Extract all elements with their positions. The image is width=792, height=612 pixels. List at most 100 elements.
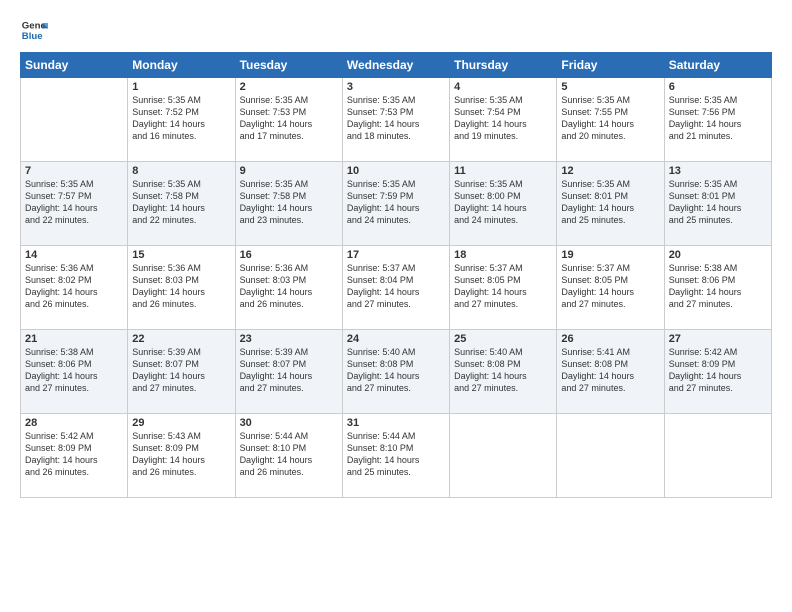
week-row-3: 14Sunrise: 5:36 AM Sunset: 8:02 PM Dayli… (21, 246, 772, 330)
calendar-cell: 20Sunrise: 5:38 AM Sunset: 8:06 PM Dayli… (664, 246, 771, 330)
day-info: Sunrise: 5:36 AM Sunset: 8:03 PM Dayligh… (240, 262, 338, 311)
calendar-cell: 22Sunrise: 5:39 AM Sunset: 8:07 PM Dayli… (128, 330, 235, 414)
day-number: 21 (25, 333, 123, 345)
day-info: Sunrise: 5:43 AM Sunset: 8:09 PM Dayligh… (132, 430, 230, 479)
calendar-cell: 17Sunrise: 5:37 AM Sunset: 8:04 PM Dayli… (342, 246, 449, 330)
calendar-cell: 3Sunrise: 5:35 AM Sunset: 7:53 PM Daylig… (342, 78, 449, 162)
calendar-cell: 30Sunrise: 5:44 AM Sunset: 8:10 PM Dayli… (235, 414, 342, 498)
day-info: Sunrise: 5:35 AM Sunset: 8:00 PM Dayligh… (454, 178, 552, 227)
day-number: 27 (669, 333, 767, 345)
calendar-cell: 7Sunrise: 5:35 AM Sunset: 7:57 PM Daylig… (21, 162, 128, 246)
weekday-header-row: SundayMondayTuesdayWednesdayThursdayFrid… (21, 53, 772, 78)
calendar-cell: 5Sunrise: 5:35 AM Sunset: 7:55 PM Daylig… (557, 78, 664, 162)
day-info: Sunrise: 5:36 AM Sunset: 8:03 PM Dayligh… (132, 262, 230, 311)
day-number: 2 (240, 81, 338, 93)
day-number: 18 (454, 249, 552, 261)
day-number: 12 (561, 165, 659, 177)
calendar-page: General Blue SundayMondayTuesdayWednesda… (0, 0, 792, 612)
day-number: 30 (240, 417, 338, 429)
day-number: 16 (240, 249, 338, 261)
day-info: Sunrise: 5:35 AM Sunset: 7:56 PM Dayligh… (669, 94, 767, 143)
calendar-cell: 12Sunrise: 5:35 AM Sunset: 8:01 PM Dayli… (557, 162, 664, 246)
week-row-1: 1Sunrise: 5:35 AM Sunset: 7:52 PM Daylig… (21, 78, 772, 162)
day-info: Sunrise: 5:35 AM Sunset: 7:55 PM Dayligh… (561, 94, 659, 143)
calendar-cell: 9Sunrise: 5:35 AM Sunset: 7:58 PM Daylig… (235, 162, 342, 246)
calendar-cell (450, 414, 557, 498)
calendar-cell: 1Sunrise: 5:35 AM Sunset: 7:52 PM Daylig… (128, 78, 235, 162)
calendar-cell (664, 414, 771, 498)
day-number: 3 (347, 81, 445, 93)
weekday-header-thursday: Thursday (450, 53, 557, 78)
day-info: Sunrise: 5:40 AM Sunset: 8:08 PM Dayligh… (454, 346, 552, 395)
day-info: Sunrise: 5:35 AM Sunset: 7:53 PM Dayligh… (347, 94, 445, 143)
logo: General Blue (20, 16, 48, 44)
day-number: 14 (25, 249, 123, 261)
day-number: 13 (669, 165, 767, 177)
day-info: Sunrise: 5:42 AM Sunset: 8:09 PM Dayligh… (25, 430, 123, 479)
day-number: 4 (454, 81, 552, 93)
calendar-cell: 26Sunrise: 5:41 AM Sunset: 8:08 PM Dayli… (557, 330, 664, 414)
weekday-header-friday: Friday (557, 53, 664, 78)
week-row-2: 7Sunrise: 5:35 AM Sunset: 7:57 PM Daylig… (21, 162, 772, 246)
day-info: Sunrise: 5:38 AM Sunset: 8:06 PM Dayligh… (25, 346, 123, 395)
calendar-cell: 6Sunrise: 5:35 AM Sunset: 7:56 PM Daylig… (664, 78, 771, 162)
day-number: 15 (132, 249, 230, 261)
day-info: Sunrise: 5:37 AM Sunset: 8:05 PM Dayligh… (561, 262, 659, 311)
calendar-cell: 10Sunrise: 5:35 AM Sunset: 7:59 PM Dayli… (342, 162, 449, 246)
calendar-cell: 14Sunrise: 5:36 AM Sunset: 8:02 PM Dayli… (21, 246, 128, 330)
calendar-cell: 31Sunrise: 5:44 AM Sunset: 8:10 PM Dayli… (342, 414, 449, 498)
day-info: Sunrise: 5:37 AM Sunset: 8:04 PM Dayligh… (347, 262, 445, 311)
week-row-4: 21Sunrise: 5:38 AM Sunset: 8:06 PM Dayli… (21, 330, 772, 414)
weekday-header-sunday: Sunday (21, 53, 128, 78)
day-number: 6 (669, 81, 767, 93)
day-info: Sunrise: 5:40 AM Sunset: 8:08 PM Dayligh… (347, 346, 445, 395)
calendar-cell: 13Sunrise: 5:35 AM Sunset: 8:01 PM Dayli… (664, 162, 771, 246)
calendar-cell: 15Sunrise: 5:36 AM Sunset: 8:03 PM Dayli… (128, 246, 235, 330)
day-info: Sunrise: 5:44 AM Sunset: 8:10 PM Dayligh… (347, 430, 445, 479)
day-number: 19 (561, 249, 659, 261)
calendar-cell: 18Sunrise: 5:37 AM Sunset: 8:05 PM Dayli… (450, 246, 557, 330)
day-number: 22 (132, 333, 230, 345)
day-number: 11 (454, 165, 552, 177)
day-number: 8 (132, 165, 230, 177)
weekday-header-saturday: Saturday (664, 53, 771, 78)
day-number: 28 (25, 417, 123, 429)
day-info: Sunrise: 5:35 AM Sunset: 8:01 PM Dayligh… (561, 178, 659, 227)
day-number: 17 (347, 249, 445, 261)
day-info: Sunrise: 5:35 AM Sunset: 7:58 PM Dayligh… (240, 178, 338, 227)
calendar-cell: 23Sunrise: 5:39 AM Sunset: 8:07 PM Dayli… (235, 330, 342, 414)
day-info: Sunrise: 5:35 AM Sunset: 7:52 PM Dayligh… (132, 94, 230, 143)
week-row-5: 28Sunrise: 5:42 AM Sunset: 8:09 PM Dayli… (21, 414, 772, 498)
day-number: 29 (132, 417, 230, 429)
day-info: Sunrise: 5:41 AM Sunset: 8:08 PM Dayligh… (561, 346, 659, 395)
calendar-cell: 8Sunrise: 5:35 AM Sunset: 7:58 PM Daylig… (128, 162, 235, 246)
day-number: 24 (347, 333, 445, 345)
calendar-cell: 27Sunrise: 5:42 AM Sunset: 8:09 PM Dayli… (664, 330, 771, 414)
day-number: 31 (347, 417, 445, 429)
weekday-header-monday: Monday (128, 53, 235, 78)
day-info: Sunrise: 5:42 AM Sunset: 8:09 PM Dayligh… (669, 346, 767, 395)
calendar-cell: 4Sunrise: 5:35 AM Sunset: 7:54 PM Daylig… (450, 78, 557, 162)
day-number: 25 (454, 333, 552, 345)
day-info: Sunrise: 5:35 AM Sunset: 7:53 PM Dayligh… (240, 94, 338, 143)
calendar-cell (21, 78, 128, 162)
day-info: Sunrise: 5:35 AM Sunset: 8:01 PM Dayligh… (669, 178, 767, 227)
svg-text:Blue: Blue (22, 31, 43, 42)
day-info: Sunrise: 5:35 AM Sunset: 7:54 PM Dayligh… (454, 94, 552, 143)
day-number: 5 (561, 81, 659, 93)
calendar-cell: 11Sunrise: 5:35 AM Sunset: 8:00 PM Dayli… (450, 162, 557, 246)
day-number: 26 (561, 333, 659, 345)
day-info: Sunrise: 5:35 AM Sunset: 7:58 PM Dayligh… (132, 178, 230, 227)
day-info: Sunrise: 5:37 AM Sunset: 8:05 PM Dayligh… (454, 262, 552, 311)
day-number: 9 (240, 165, 338, 177)
day-number: 7 (25, 165, 123, 177)
calendar-cell: 21Sunrise: 5:38 AM Sunset: 8:06 PM Dayli… (21, 330, 128, 414)
day-info: Sunrise: 5:35 AM Sunset: 7:59 PM Dayligh… (347, 178, 445, 227)
day-number: 10 (347, 165, 445, 177)
weekday-header-tuesday: Tuesday (235, 53, 342, 78)
day-number: 20 (669, 249, 767, 261)
calendar-cell: 29Sunrise: 5:43 AM Sunset: 8:09 PM Dayli… (128, 414, 235, 498)
calendar-cell: 19Sunrise: 5:37 AM Sunset: 8:05 PM Dayli… (557, 246, 664, 330)
calendar-cell: 2Sunrise: 5:35 AM Sunset: 7:53 PM Daylig… (235, 78, 342, 162)
day-info: Sunrise: 5:44 AM Sunset: 8:10 PM Dayligh… (240, 430, 338, 479)
